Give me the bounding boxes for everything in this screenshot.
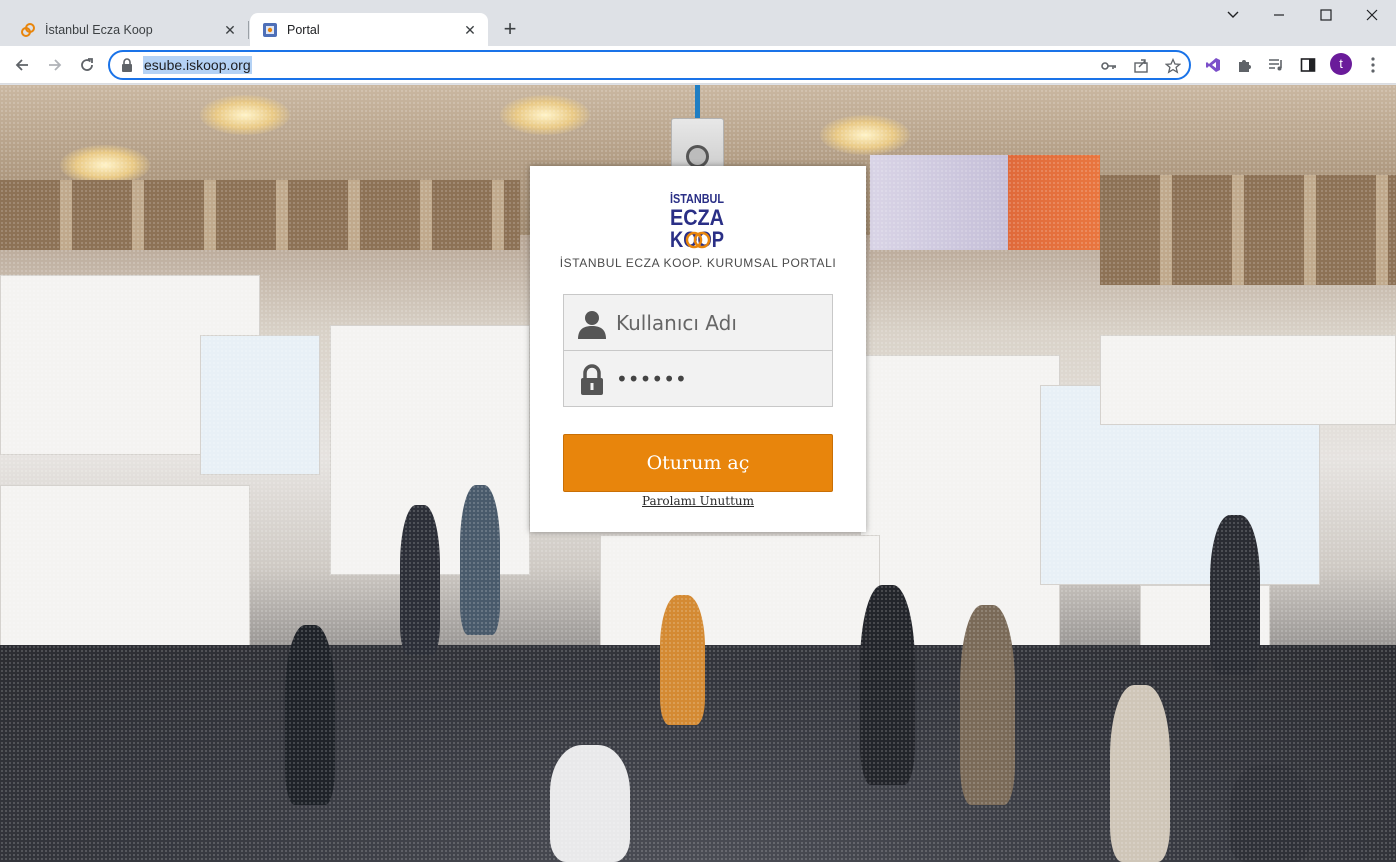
- new-tab-button[interactable]: +: [498, 18, 522, 42]
- login-button[interactable]: Oturum aç: [563, 434, 833, 492]
- tab-strip: İstanbul Ecza Koop ✕ Portal ✕ +: [0, 0, 1396, 46]
- username-field: [563, 294, 833, 351]
- reload-button[interactable]: [75, 53, 99, 77]
- browser-toolbar: esube.iskoop.org t: [0, 46, 1396, 84]
- side-panel-icon[interactable]: [1296, 53, 1320, 77]
- portal-title: İSTANBUL ECZA KOOP. KURUMSAL PORTALI: [559, 256, 837, 270]
- close-window-button[interactable]: [1349, 0, 1395, 30]
- user-icon: [578, 311, 606, 339]
- maximize-button[interactable]: [1303, 0, 1349, 30]
- key-icon[interactable]: [1100, 57, 1118, 75]
- tab-divider: [248, 21, 249, 39]
- portal-page: İSTANBUL ECZA KOOP İSTANBUL ECZA KOOP. K…: [0, 85, 1396, 862]
- minimize-button[interactable]: [1256, 0, 1302, 30]
- username-input[interactable]: [616, 305, 821, 341]
- login-card: İSTANBUL ECZA KOOP İSTANBUL ECZA KOOP. K…: [530, 166, 866, 532]
- portal-favicon: [263, 22, 277, 37]
- address-bar[interactable]: esube.iskoop.org: [108, 50, 1191, 80]
- password-input[interactable]: [616, 361, 821, 397]
- bookmark-star-icon[interactable]: [1164, 57, 1182, 75]
- link-icon: [21, 22, 35, 37]
- forward-button[interactable]: [43, 53, 67, 77]
- browser-menu-icon[interactable]: [1361, 53, 1385, 77]
- close-tab-icon[interactable]: ✕: [222, 22, 238, 38]
- visual-studio-extension-icon[interactable]: [1201, 53, 1225, 77]
- tab-title: Portal: [287, 22, 320, 37]
- lock-icon[interactable]: [121, 58, 133, 72]
- tab-search-icon[interactable]: [1210, 0, 1256, 30]
- media-control-icon[interactable]: [1264, 53, 1288, 77]
- profile-avatar[interactable]: t: [1330, 53, 1352, 75]
- password-field: [563, 350, 833, 407]
- tab-portal[interactable]: Portal ✕: [250, 13, 488, 46]
- tab-title: İstanbul Ecza Koop: [45, 22, 153, 37]
- back-button[interactable]: [10, 53, 34, 77]
- extensions-puzzle-icon[interactable]: [1233, 53, 1257, 77]
- close-tab-icon[interactable]: ✕: [462, 22, 478, 38]
- istanbul-ecza-koop-logo: İSTANBUL ECZA KOOP: [670, 191, 724, 249]
- padlock-icon: [581, 364, 603, 395]
- share-icon[interactable]: [1132, 57, 1150, 75]
- logo-line-1: İSTANBUL: [670, 191, 724, 206]
- address-text[interactable]: esube.iskoop.org: [143, 56, 252, 74]
- tab-istanbul-ecza-koop[interactable]: İstanbul Ecza Koop ✕: [8, 13, 248, 46]
- hanger-ring: [686, 145, 709, 168]
- forgot-password-link[interactable]: Parolamı Unuttum: [530, 494, 866, 508]
